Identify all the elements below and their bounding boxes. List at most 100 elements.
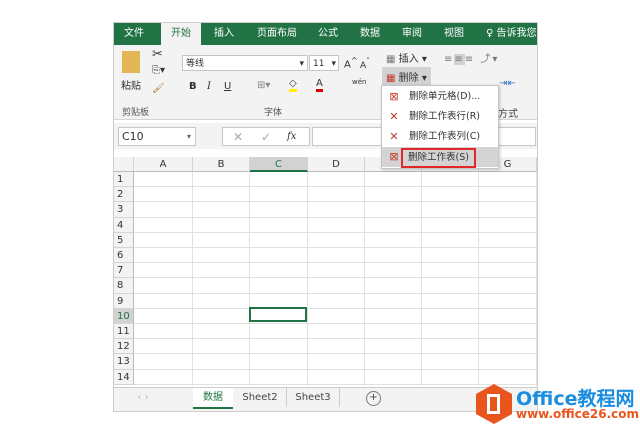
- paste-button[interactable]: 粘贴: [121, 77, 141, 92]
- selected-cell[interactable]: [249, 307, 307, 322]
- lightbulb-icon: ♀: [486, 28, 497, 39]
- menu-item-label: 删除工作表(S): [401, 148, 476, 168]
- phonetic-icon[interactable]: wén: [352, 78, 366, 86]
- column-header[interactable]: A: [134, 157, 193, 172]
- menu-item-delete-sheet[interactable]: ⊠ 删除工作表(S): [382, 147, 498, 168]
- sheet-scroll-arrows[interactable]: ‹ ›: [128, 388, 158, 407]
- tab-file[interactable]: 文件: [114, 23, 154, 45]
- column-gridline: [307, 172, 308, 386]
- row-gridline: [134, 368, 537, 370]
- delete-cells-icon: ▦: [386, 73, 396, 84]
- row-gridline: [134, 323, 537, 324]
- tab-formulas[interactable]: 公式: [310, 23, 346, 45]
- menu-item-label: 删除单元格(D)...: [409, 91, 481, 102]
- sheet-tab-sheet2[interactable]: Sheet2: [234, 388, 287, 407]
- tab-view[interactable]: 视图: [436, 23, 472, 45]
- row-gridline: [134, 277, 537, 279]
- delete-columns-icon: ✕: [389, 130, 399, 143]
- name-box-value: C10: [122, 130, 144, 143]
- format-painter-icon[interactable]: 🖌: [152, 83, 165, 94]
- align-top-icons[interactable]: ≡≡≡ ⤴▾: [444, 50, 499, 65]
- delete-sheet-icon: ⊠: [389, 150, 399, 163]
- font-size-select[interactable]: 11 ▾: [309, 55, 339, 71]
- column-gridline: [478, 172, 479, 386]
- delete-rows-icon: ✕: [389, 110, 399, 123]
- add-sheet-button[interactable]: +: [366, 391, 381, 406]
- row-gridline: [134, 247, 537, 248]
- column-gridline: [364, 172, 365, 386]
- bold-button[interactable]: B: [189, 81, 197, 92]
- insert-label: 插入: [398, 54, 419, 65]
- cancel-icon[interactable]: ✕: [233, 128, 243, 146]
- font-group-label: 字体: [264, 108, 283, 118]
- row-header[interactable]: 11: [114, 324, 134, 340]
- row-header[interactable]: 2: [114, 187, 134, 203]
- borders-icon[interactable]: ⊞▾: [257, 80, 270, 91]
- row-header[interactable]: 9: [114, 293, 134, 309]
- font-size-value: 11: [313, 59, 325, 69]
- tab-page-layout[interactable]: 页面布局: [249, 23, 305, 45]
- alignment-group-label: 方式: [498, 109, 518, 120]
- column-gridline: [192, 172, 193, 386]
- font-color-icon[interactable]: A: [316, 78, 323, 92]
- row-header[interactable]: 14: [114, 369, 134, 385]
- excel-window: 文件 开始 插入 页面布局 公式 数据 审阅 视图 ♀ 告诉我您 粘贴 ✂ ⎘▾…: [113, 22, 538, 412]
- menu-item-delete-rows[interactable]: ✕ 删除工作表行(R): [382, 107, 498, 127]
- column-header[interactable]: B: [193, 157, 250, 172]
- tab-data[interactable]: 数据: [352, 23, 388, 45]
- menu-item-delete-cells[interactable]: ⊠ 删除单元格(D)...: [382, 87, 498, 107]
- paste-icon[interactable]: [122, 51, 140, 73]
- copy-icon[interactable]: ⎘▾: [152, 65, 165, 76]
- watermark-url: www.office26.com: [516, 407, 640, 421]
- cut-icon[interactable]: ✂: [152, 47, 163, 62]
- underline-button[interactable]: U: [224, 81, 231, 92]
- row-gridline: [134, 292, 537, 294]
- row-header[interactable]: 1: [114, 172, 134, 188]
- delete-cells-button[interactable]: ▦ 删除 ▾: [382, 67, 431, 86]
- tell-me-label: 告诉我您: [496, 28, 537, 39]
- delete-dropdown-menu: ⊠ 删除单元格(D)... ✕ 删除工作表行(R) ✕ 删除工作表列(C) ⊠ 删除工作…: [381, 85, 499, 169]
- row-header[interactable]: 7: [114, 263, 134, 279]
- italic-button[interactable]: I: [207, 81, 211, 92]
- sheet-tab-bar: ‹ › 数据 Sheet2 Sheet3 +: [114, 387, 537, 411]
- tell-me[interactable]: ♀ 告诉我您: [486, 23, 537, 45]
- font-name-value: 等线: [186, 59, 205, 69]
- fill-color-icon[interactable]: ◇: [289, 78, 297, 92]
- row-gridline: [134, 353, 537, 355]
- row-header[interactable]: 8: [114, 278, 134, 294]
- column-gridline: [249, 172, 250, 386]
- insert-cells-icon: ▦: [386, 54, 396, 65]
- font-name-select[interactable]: 等线 ▾: [182, 55, 308, 71]
- enter-icon[interactable]: ✓: [261, 128, 271, 146]
- tab-home[interactable]: 开始: [161, 23, 201, 45]
- row-header[interactable]: 4: [114, 217, 134, 233]
- increase-font-icon[interactable]: A^: [344, 55, 358, 70]
- row-header[interactable]: 10: [114, 308, 134, 324]
- chevron-down-icon: ▾: [299, 59, 304, 69]
- row-header[interactable]: 3: [114, 202, 134, 218]
- sheet-tab-sheet3[interactable]: Sheet3: [287, 388, 340, 407]
- row-header[interactable]: 12: [114, 339, 134, 355]
- ribbon-tab-bar: 文件 开始 插入 页面布局 公式 数据 审阅 视图 ♀ 告诉我您: [114, 23, 537, 45]
- row-header[interactable]: 5: [114, 232, 134, 248]
- menu-item-delete-columns[interactable]: ✕ 删除工作表列(C): [382, 127, 498, 147]
- row-header[interactable]: 13: [114, 354, 134, 370]
- column-header[interactable]: C: [250, 157, 308, 172]
- row-gridline: [134, 383, 537, 385]
- tab-review[interactable]: 审阅: [394, 23, 430, 45]
- indent-icons[interactable]: ⇥⇤: [499, 78, 516, 89]
- insert-function-icon[interactable]: fx: [287, 128, 296, 146]
- row-header[interactable]: 6: [114, 248, 134, 264]
- row-gridline: [134, 231, 537, 233]
- select-all-corner[interactable]: [114, 157, 134, 172]
- menu-item-label: 删除工作表行(R): [409, 111, 481, 122]
- sheet-tab-data[interactable]: 数据: [193, 388, 233, 409]
- column-header[interactable]: D: [308, 157, 365, 172]
- row-gridline: [134, 338, 537, 340]
- tab-insert[interactable]: 插入: [204, 23, 244, 45]
- row-gridline: [134, 201, 537, 203]
- row-gridline: [134, 307, 537, 309]
- decrease-font-icon[interactable]: Aˇ: [360, 57, 370, 71]
- name-box[interactable]: C10 ▾: [118, 127, 196, 146]
- insert-cells-button[interactable]: ▦ 插入 ▾: [386, 50, 427, 65]
